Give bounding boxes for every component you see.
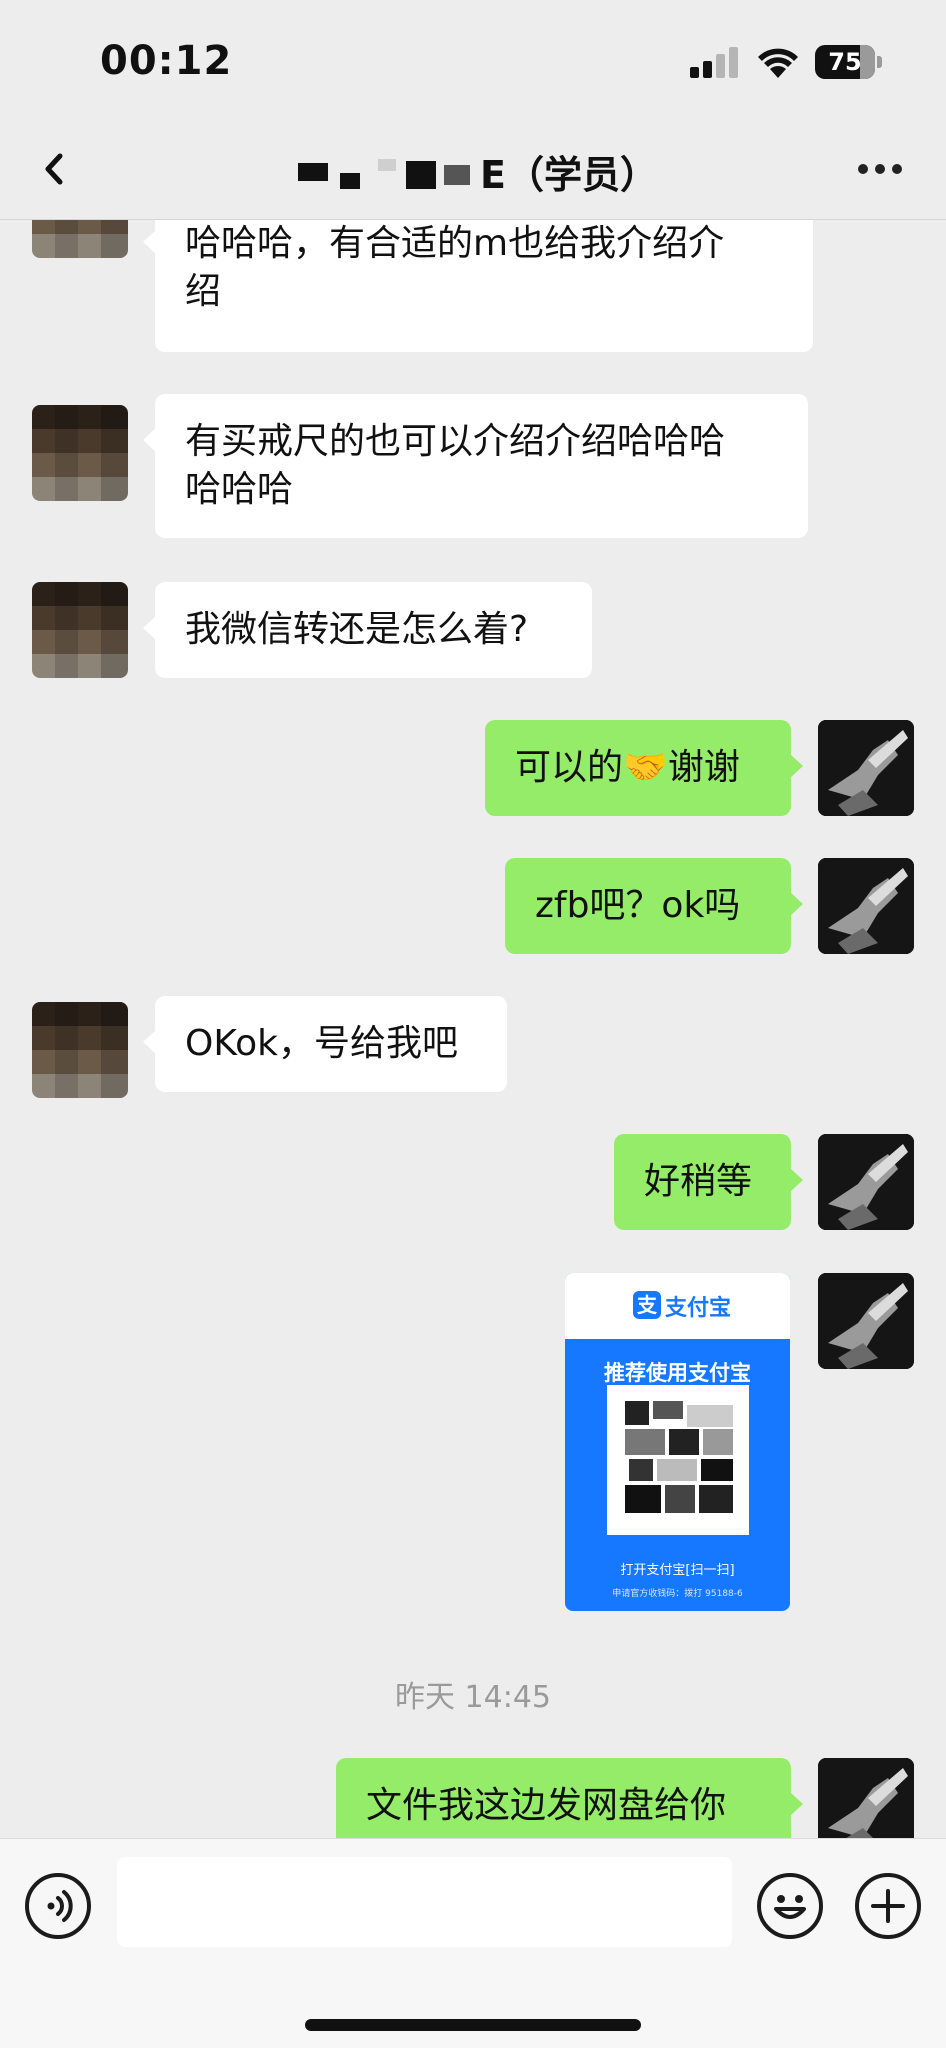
plus-button[interactable] bbox=[855, 1873, 921, 1939]
my-avatar-image bbox=[818, 1758, 914, 1838]
message-bubble-outgoing[interactable]: 可以的🤝谢谢 bbox=[485, 720, 803, 816]
my-avatar[interactable] bbox=[818, 858, 914, 954]
message-bubble-outgoing[interactable]: zfb吧？ok吗 bbox=[505, 858, 803, 954]
voice-button[interactable] bbox=[25, 1873, 91, 1939]
message-timestamp: 昨天 14:45 bbox=[395, 1680, 551, 1715]
contact-avatar[interactable] bbox=[32, 1002, 128, 1098]
title-redacted-mask bbox=[288, 153, 478, 191]
qr-code bbox=[607, 1385, 749, 1535]
emoji-button[interactable] bbox=[757, 1873, 823, 1939]
message-text: 我微信转还是怎么着? bbox=[185, 609, 529, 650]
alipay-apply-text: 申请官方收钱码：拨打 95188-6 bbox=[612, 1589, 743, 1599]
message-text: 可以的🤝谢谢 bbox=[515, 747, 740, 788]
alipay-card-header: 支 支付宝 bbox=[565, 1273, 790, 1339]
qr-code-pixelated bbox=[625, 1401, 733, 1513]
chat-header: E（学员） bbox=[0, 120, 946, 220]
message-bubble-outgoing[interactable]: 文件我这边发网盘给你 bbox=[336, 1758, 803, 1838]
status-time: 00:12 bbox=[100, 38, 233, 84]
chat-area[interactable]: 这样，我直接一写一，直发不能发 哈哈哈，有合适的m也给我介绍介 绍 有买戒尺的也… bbox=[0, 0, 946, 1838]
chat-title[interactable]: E（学员） bbox=[0, 144, 946, 199]
chat-title-text: E（学员） bbox=[480, 153, 658, 197]
my-avatar[interactable] bbox=[818, 1758, 914, 1838]
home-indicator[interactable] bbox=[305, 2019, 641, 2031]
my-avatar-image bbox=[818, 1134, 914, 1230]
input-bar bbox=[0, 1838, 946, 2048]
message-text: OKok，号给我吧 bbox=[185, 1023, 459, 1064]
message-text: 好稍等 bbox=[644, 1161, 753, 1202]
message-text: 文件我这边发网盘给你 bbox=[366, 1785, 727, 1826]
message-bubble-incoming[interactable]: 有买戒尺的也可以介绍介绍哈哈哈 哈哈哈 bbox=[143, 394, 808, 538]
voice-icon bbox=[47, 1890, 73, 1922]
message-input[interactable] bbox=[117, 1857, 732, 1947]
message-bubble-incoming[interactable]: 我微信转还是怎么着? bbox=[143, 582, 592, 678]
my-avatar-image bbox=[818, 720, 914, 816]
cellular-signal-icon bbox=[690, 46, 738, 78]
battery-percent: 75 bbox=[828, 48, 862, 76]
message-text: zfb吧？ok吗 bbox=[535, 885, 741, 926]
contact-avatar[interactable] bbox=[32, 582, 128, 678]
message-bubble-incoming[interactable]: OKok，号给我吧 bbox=[143, 996, 507, 1092]
alipay-qr-card[interactable]: 支 支付宝 推荐使用支付宝 打开支付宝[扫一扫] 申请官方收钱码：拨打 9518… bbox=[565, 1273, 790, 1611]
alipay-logo-icon: 支 bbox=[633, 1291, 661, 1319]
emoji-icon bbox=[774, 1895, 806, 1919]
more-dots-icon[interactable] bbox=[858, 162, 902, 176]
alipay-slogan: 推荐使用支付宝 bbox=[604, 1361, 751, 1385]
my-avatar-image bbox=[818, 1273, 914, 1369]
alipay-scan-text: 打开支付宝[扫一扫] bbox=[620, 1563, 735, 1578]
status-bar: 00:12 75 bbox=[0, 0, 946, 120]
alipay-brand: 支付宝 bbox=[665, 1296, 732, 1321]
my-avatar[interactable] bbox=[818, 1273, 914, 1369]
message-text: 有买戒尺的也可以介绍介绍哈哈哈 哈哈哈 bbox=[185, 421, 726, 510]
contact-avatar[interactable] bbox=[32, 405, 128, 501]
message-text: 哈哈哈，有合适的m也给我介绍介 绍 bbox=[185, 223, 725, 312]
plus-icon bbox=[871, 1889, 905, 1923]
battery-icon: 75 bbox=[815, 45, 883, 79]
my-avatar[interactable] bbox=[818, 1134, 914, 1230]
my-avatar[interactable] bbox=[818, 720, 914, 816]
my-avatar-image bbox=[818, 858, 914, 954]
wifi-icon bbox=[758, 48, 798, 78]
message-bubble-outgoing[interactable]: 好稍等 bbox=[614, 1134, 803, 1230]
